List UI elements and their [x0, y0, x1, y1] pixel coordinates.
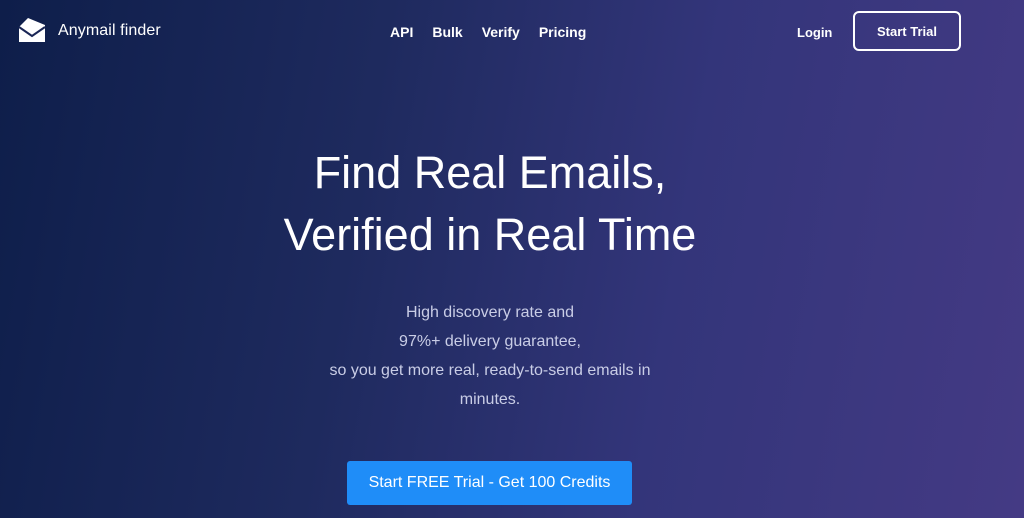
start-trial-button[interactable]: Start Trial: [853, 11, 961, 51]
hero-title: Find Real Emails, Verified in Real Time: [0, 142, 980, 266]
envelope-icon: [18, 18, 46, 42]
top-navbar: Anymail finder API Bulk Verify Pricing L…: [0, 0, 1024, 66]
main-nav: API Bulk Verify Pricing: [390, 24, 605, 40]
nav-link-bulk[interactable]: Bulk: [432, 24, 462, 40]
nav-link-verify[interactable]: Verify: [482, 24, 520, 40]
hero-subtitle-line-3: so you get more real, ready-to-send emai…: [329, 362, 651, 379]
hero-subtitle-line-1: High discovery rate and: [405, 304, 575, 321]
brand-logo-link[interactable]: Anymail finder: [16, 15, 161, 47]
hero-subtitle: High discovery rate and 97%+ delivery gu…: [0, 298, 980, 414]
nav-link-pricing[interactable]: Pricing: [539, 24, 586, 40]
nav-link-api[interactable]: API: [390, 24, 413, 40]
brand-name: Anymail finder: [58, 22, 161, 39]
hero-title-line-2: Verified in Real Time: [283, 209, 697, 260]
free-trial-cta-button[interactable]: Start FREE Trial - Get 100 Credits: [347, 461, 632, 505]
hero-subtitle-line-2: 97%+ delivery guarantee,: [399, 333, 581, 350]
hero-subtitle-line-4: minutes.: [459, 391, 521, 408]
login-link[interactable]: Login: [797, 25, 832, 40]
hero-title-line-1: Find Real Emails,: [313, 147, 667, 198]
